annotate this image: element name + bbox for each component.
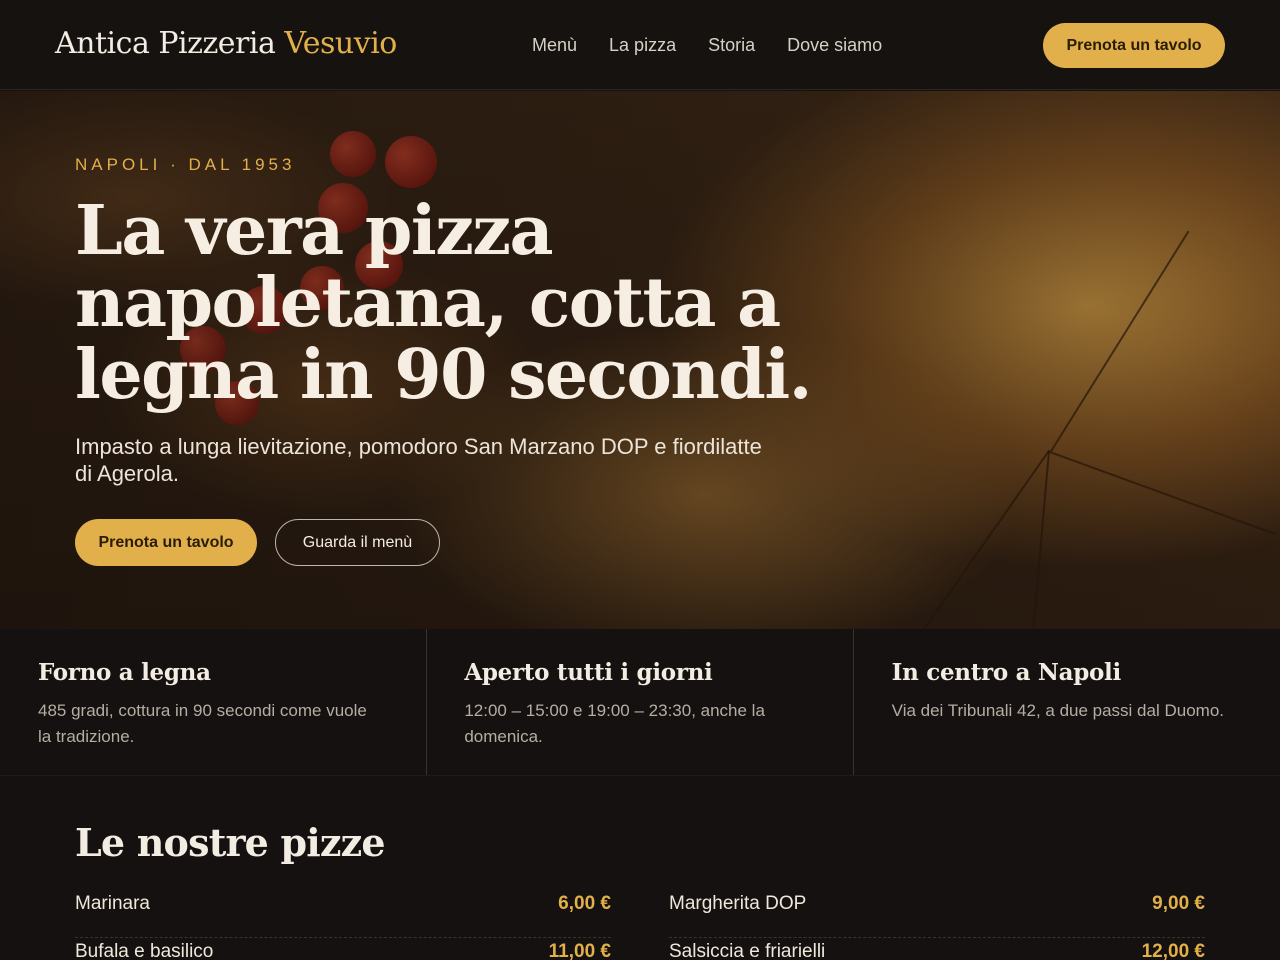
hero-section: NAPOLI · DAL 1953 La vera pizza napoleta… <box>0 91 1280 629</box>
brand-name: Antica Pizzeria <box>55 26 276 61</box>
menu-item-name: Margherita DOP <box>669 893 807 914</box>
feature-wood-oven: Forno a legna 485 gradi, cottura in 90 s… <box>0 629 428 776</box>
feature-text: 12:00 – 15:00 e 19:00 – 23:30, anche la … <box>464 701 765 746</box>
nav-link-la-pizza[interactable]: La pizza <box>609 35 676 56</box>
feature-location: In centro a Napoli Via dei Tribunali 42,… <box>854 629 1280 776</box>
header-book-table-button[interactable]: Prenota un tavolo <box>1043 23 1225 68</box>
menu-item-name: Bufala e basilico <box>75 941 214 960</box>
hero-book-table-button[interactable]: Prenota un tavolo <box>75 519 257 566</box>
menu-item-price: 12,00 € <box>1141 941 1205 960</box>
menu-item-name: Marinara <box>75 893 150 914</box>
site-header: Antica Pizzeria Vesuvio Menù La pizza St… <box>0 0 1280 90</box>
menu-list-right: Margherita DOP 9,00 € Salsiccia e friari… <box>669 890 1205 960</box>
main-nav: Menù La pizza Storia Dove siamo <box>532 35 914 56</box>
section-divider <box>0 775 1280 776</box>
menu-item: Marinara 6,00 € <box>75 890 611 938</box>
brand-name-accent: Vesuvio <box>284 26 397 61</box>
hero-eyebrow: NAPOLI · DAL 1953 <box>75 155 296 174</box>
menu-item-price: 6,00 € <box>558 893 611 914</box>
menu-item: Bufala e basilico 11,00 € <box>75 938 611 960</box>
menu-item-name: Salsiccia e friarielli <box>669 941 826 960</box>
menu-item: Salsiccia e friarielli 12,00 € <box>669 938 1205 960</box>
hero-title: La vera pizza napoletana, cotta a legna … <box>75 191 812 415</box>
hero-subtitle: Impasto a lunga lievitazione, pomodoro S… <box>75 434 762 486</box>
features-strip: Forno a legna 485 gradi, cottura in 90 s… <box>0 629 1280 776</box>
feature-text: Via dei Tribunali 42, a due passi dal Du… <box>891 701 1224 720</box>
nav-link-menu[interactable]: Menù <box>532 35 577 56</box>
feature-title: In centro a Napoli <box>891 659 1122 686</box>
hero-view-menu-button[interactable]: Guarda il menù <box>275 519 440 566</box>
feature-title: Forno a legna <box>38 659 211 686</box>
feature-opening-hours: Aperto tutti i giorni 12:00 – 15:00 e 19… <box>427 629 854 776</box>
nav-link-storia[interactable]: Storia <box>708 35 755 56</box>
feature-text: 485 gradi, cottura in 90 secondi come vu… <box>38 701 367 746</box>
menu-item-price: 11,00 € <box>548 941 611 960</box>
feature-title: Aperto tutti i giorni <box>464 659 713 686</box>
brand-logo[interactable]: Antica Pizzeria Vesuvio <box>55 26 397 61</box>
menu-item: Margherita DOP 9,00 € <box>669 890 1205 938</box>
nav-link-dove-siamo[interactable]: Dove siamo <box>787 35 882 56</box>
menu-section-title: Le nostre pizze <box>75 820 386 865</box>
menu-item-price: 9,00 € <box>1152 893 1205 914</box>
menu-list-left: Marinara 6,00 € Bufala e basilico 11,00 … <box>75 890 611 960</box>
